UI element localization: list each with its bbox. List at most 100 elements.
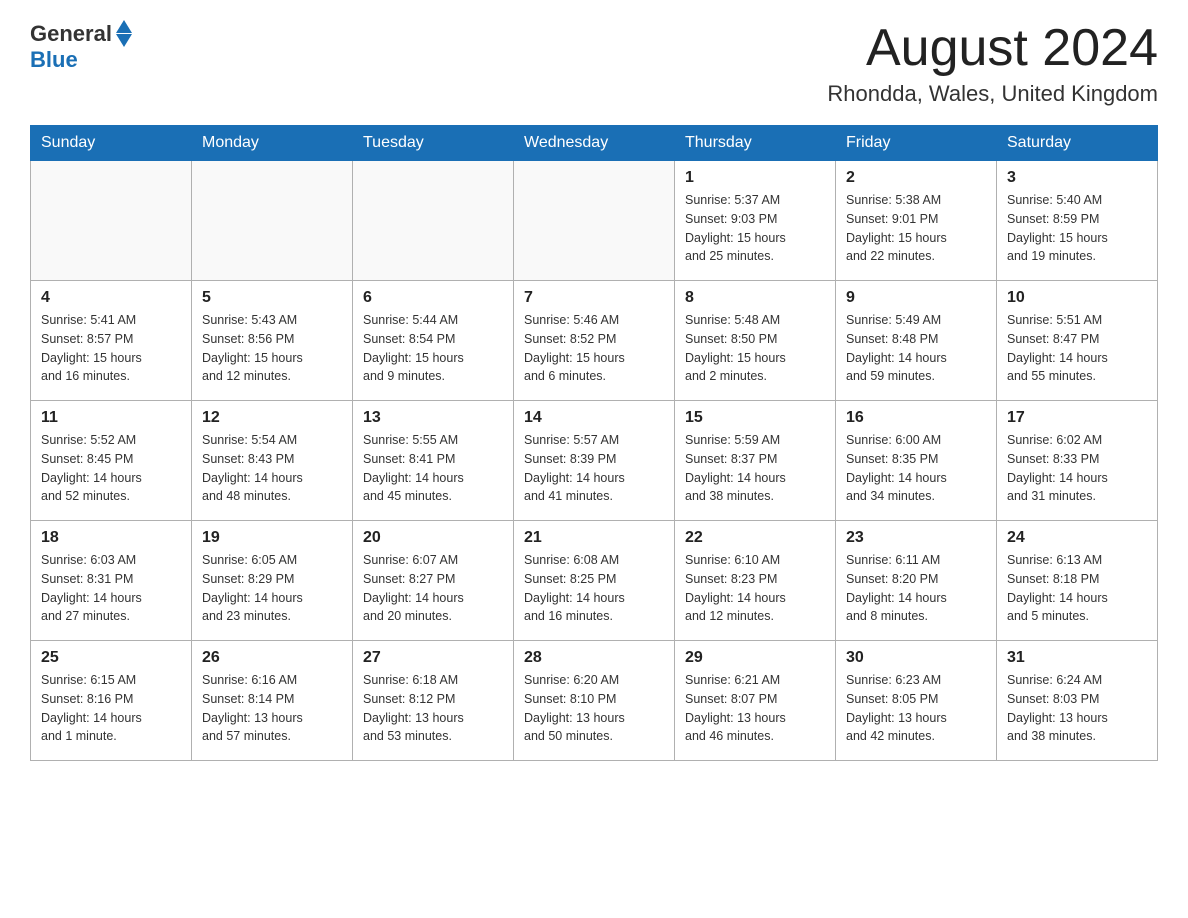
logo-general-text: General — [30, 21, 112, 47]
calendar-cell: 18 Sunrise: 6:03 AM Sunset: 8:31 PM Dayli… — [31, 521, 192, 641]
calendar-cell: 26 Sunrise: 6:16 AM Sunset: 8:14 PM Dayli… — [192, 641, 353, 761]
calendar-cell: 7 Sunrise: 5:46 AM Sunset: 8:52 PM Daylig… — [514, 281, 675, 401]
calendar-header-row: SundayMondayTuesdayWednesdayThursdayFrid… — [31, 126, 1158, 161]
day-info: Sunrise: 6:03 AM Sunset: 8:31 PM Dayligh… — [41, 551, 181, 626]
day-number: 1 — [685, 169, 825, 187]
col-header-monday: Monday — [192, 126, 353, 161]
day-info: Sunrise: 6:16 AM Sunset: 8:14 PM Dayligh… — [202, 671, 342, 746]
calendar-cell: 28Sunrise: 6:20 AM Sunset: 8:10 PM Dayli… — [514, 641, 675, 761]
day-info: Sunrise: 6:23 AM Sunset: 8:05 PM Dayligh… — [846, 671, 986, 746]
logo-blue-text: Blue — [30, 47, 78, 73]
calendar-cell: 5Sunrise: 5:43 AM Sunset: 8:56 PM Daylig… — [192, 281, 353, 401]
calendar-cell — [192, 161, 353, 281]
calendar-cell: 10 Sunrise: 5:51 AM Sunset: 8:47 PM Dayli… — [997, 281, 1158, 401]
col-header-thursday: Thursday — [675, 126, 836, 161]
calendar-cell: 23 Sunrise: 6:11 AM Sunset: 8:20 PM Dayli… — [836, 521, 997, 641]
calendar-cell: 31 Sunrise: 6:24 AM Sunset: 8:03 PM Dayli… — [997, 641, 1158, 761]
calendar-week-3: 11 Sunrise: 5:52 AM Sunset: 8:45 PM Dayli… — [31, 401, 1158, 521]
calendar-cell — [514, 161, 675, 281]
calendar-cell: 8Sunrise: 5:48 AM Sunset: 8:50 PM Daylig… — [675, 281, 836, 401]
day-info: Sunrise: 6:20 AM Sunset: 8:10 PM Dayligh… — [524, 671, 664, 746]
day-info: Sunrise: 5:38 AM Sunset: 9:01 PM Dayligh… — [846, 191, 986, 266]
day-number: 2 — [846, 169, 986, 187]
day-number: 10 — [1007, 289, 1147, 307]
day-number: 16 — [846, 409, 986, 427]
day-number: 6 — [363, 289, 503, 307]
day-info: Sunrise: 5:54 AM Sunset: 8:43 PM Dayligh… — [202, 431, 342, 506]
day-info: Sunrise: 5:52 AM Sunset: 8:45 PM Dayligh… — [41, 431, 181, 506]
calendar-cell: 1 Sunrise: 5:37 AM Sunset: 9:03 PM Daylig… — [675, 161, 836, 281]
day-number: 13 — [363, 409, 503, 427]
day-info: Sunrise: 6:05 AM Sunset: 8:29 PM Dayligh… — [202, 551, 342, 626]
day-number: 12 — [202, 409, 342, 427]
calendar-week-1: 1 Sunrise: 5:37 AM Sunset: 9:03 PM Daylig… — [31, 161, 1158, 281]
col-header-friday: Friday — [836, 126, 997, 161]
calendar-week-2: 4 Sunrise: 5:41 AM Sunset: 8:57 PM Daylig… — [31, 281, 1158, 401]
day-info: Sunrise: 5:46 AM Sunset: 8:52 PM Dayligh… — [524, 311, 664, 386]
month-title: August 2024 — [827, 20, 1158, 77]
calendar-cell: 16 Sunrise: 6:00 AM Sunset: 8:35 PM Dayli… — [836, 401, 997, 521]
calendar-cell — [353, 161, 514, 281]
day-number: 26 — [202, 649, 342, 667]
day-number: 11 — [41, 409, 181, 427]
calendar-cell: 13 Sunrise: 5:55 AM Sunset: 8:41 PM Dayli… — [353, 401, 514, 521]
day-number: 31 — [1007, 649, 1147, 667]
calendar-cell: 12 Sunrise: 5:54 AM Sunset: 8:43 PM Dayli… — [192, 401, 353, 521]
calendar-cell: 2 Sunrise: 5:38 AM Sunset: 9:01 PM Daylig… — [836, 161, 997, 281]
day-info: Sunrise: 6:11 AM Sunset: 8:20 PM Dayligh… — [846, 551, 986, 626]
day-number: 23 — [846, 529, 986, 547]
col-header-saturday: Saturday — [997, 126, 1158, 161]
day-info: Sunrise: 6:18 AM Sunset: 8:12 PM Dayligh… — [363, 671, 503, 746]
day-info: Sunrise: 5:41 AM Sunset: 8:57 PM Dayligh… — [41, 311, 181, 386]
calendar-cell: 30Sunrise: 6:23 AM Sunset: 8:05 PM Dayli… — [836, 641, 997, 761]
calendar-cell: 4 Sunrise: 5:41 AM Sunset: 8:57 PM Daylig… — [31, 281, 192, 401]
day-info: Sunrise: 6:02 AM Sunset: 8:33 PM Dayligh… — [1007, 431, 1147, 506]
day-info: Sunrise: 5:37 AM Sunset: 9:03 PM Dayligh… — [685, 191, 825, 266]
day-number: 7 — [524, 289, 664, 307]
logo: General Blue — [30, 20, 132, 73]
calendar-cell: 15Sunrise: 5:59 AM Sunset: 8:37 PM Dayli… — [675, 401, 836, 521]
day-info: Sunrise: 5:40 AM Sunset: 8:59 PM Dayligh… — [1007, 191, 1147, 266]
day-info: Sunrise: 6:00 AM Sunset: 8:35 PM Dayligh… — [846, 431, 986, 506]
day-number: 9 — [846, 289, 986, 307]
day-info: Sunrise: 5:43 AM Sunset: 8:56 PM Dayligh… — [202, 311, 342, 386]
calendar-cell: 21 Sunrise: 6:08 AM Sunset: 8:25 PM Dayli… — [514, 521, 675, 641]
calendar-week-4: 18 Sunrise: 6:03 AM Sunset: 8:31 PM Dayli… — [31, 521, 1158, 641]
day-number: 19 — [202, 529, 342, 547]
calendar-table: SundayMondayTuesdayWednesdayThursdayFrid… — [30, 125, 1158, 761]
logo-icon — [116, 20, 132, 47]
col-header-tuesday: Tuesday — [353, 126, 514, 161]
col-header-wednesday: Wednesday — [514, 126, 675, 161]
location-title: Rhondda, Wales, United Kingdom — [827, 81, 1158, 107]
calendar-cell: 25Sunrise: 6:15 AM Sunset: 8:16 PM Dayli… — [31, 641, 192, 761]
day-info: Sunrise: 5:57 AM Sunset: 8:39 PM Dayligh… — [524, 431, 664, 506]
day-number: 4 — [41, 289, 181, 307]
calendar-cell: 27Sunrise: 6:18 AM Sunset: 8:12 PM Dayli… — [353, 641, 514, 761]
col-header-sunday: Sunday — [31, 126, 192, 161]
calendar-week-5: 25Sunrise: 6:15 AM Sunset: 8:16 PM Dayli… — [31, 641, 1158, 761]
day-info: Sunrise: 5:51 AM Sunset: 8:47 PM Dayligh… — [1007, 311, 1147, 386]
calendar-cell: 22Sunrise: 6:10 AM Sunset: 8:23 PM Dayli… — [675, 521, 836, 641]
calendar-cell: 19 Sunrise: 6:05 AM Sunset: 8:29 PM Dayli… — [192, 521, 353, 641]
day-info: Sunrise: 6:13 AM Sunset: 8:18 PM Dayligh… — [1007, 551, 1147, 626]
day-number: 24 — [1007, 529, 1147, 547]
page-header: General Blue August 2024 Rhondda, Wales,… — [30, 20, 1158, 107]
arrow-down-icon — [116, 34, 132, 47]
day-info: Sunrise: 6:24 AM Sunset: 8:03 PM Dayligh… — [1007, 671, 1147, 746]
day-number: 17 — [1007, 409, 1147, 427]
day-info: Sunrise: 5:55 AM Sunset: 8:41 PM Dayligh… — [363, 431, 503, 506]
day-info: Sunrise: 6:08 AM Sunset: 8:25 PM Dayligh… — [524, 551, 664, 626]
calendar-cell: 20Sunrise: 6:07 AM Sunset: 8:27 PM Dayli… — [353, 521, 514, 641]
calendar-cell: 24 Sunrise: 6:13 AM Sunset: 8:18 PM Dayli… — [997, 521, 1158, 641]
day-info: Sunrise: 6:15 AM Sunset: 8:16 PM Dayligh… — [41, 671, 181, 746]
day-number: 18 — [41, 529, 181, 547]
day-number: 3 — [1007, 169, 1147, 187]
day-info: Sunrise: 5:44 AM Sunset: 8:54 PM Dayligh… — [363, 311, 503, 386]
day-number: 21 — [524, 529, 664, 547]
day-number: 14 — [524, 409, 664, 427]
calendar-cell: 6 Sunrise: 5:44 AM Sunset: 8:54 PM Daylig… — [353, 281, 514, 401]
day-info: Sunrise: 5:49 AM Sunset: 8:48 PM Dayligh… — [846, 311, 986, 386]
day-number: 29 — [685, 649, 825, 667]
day-number: 22 — [685, 529, 825, 547]
calendar-cell — [31, 161, 192, 281]
